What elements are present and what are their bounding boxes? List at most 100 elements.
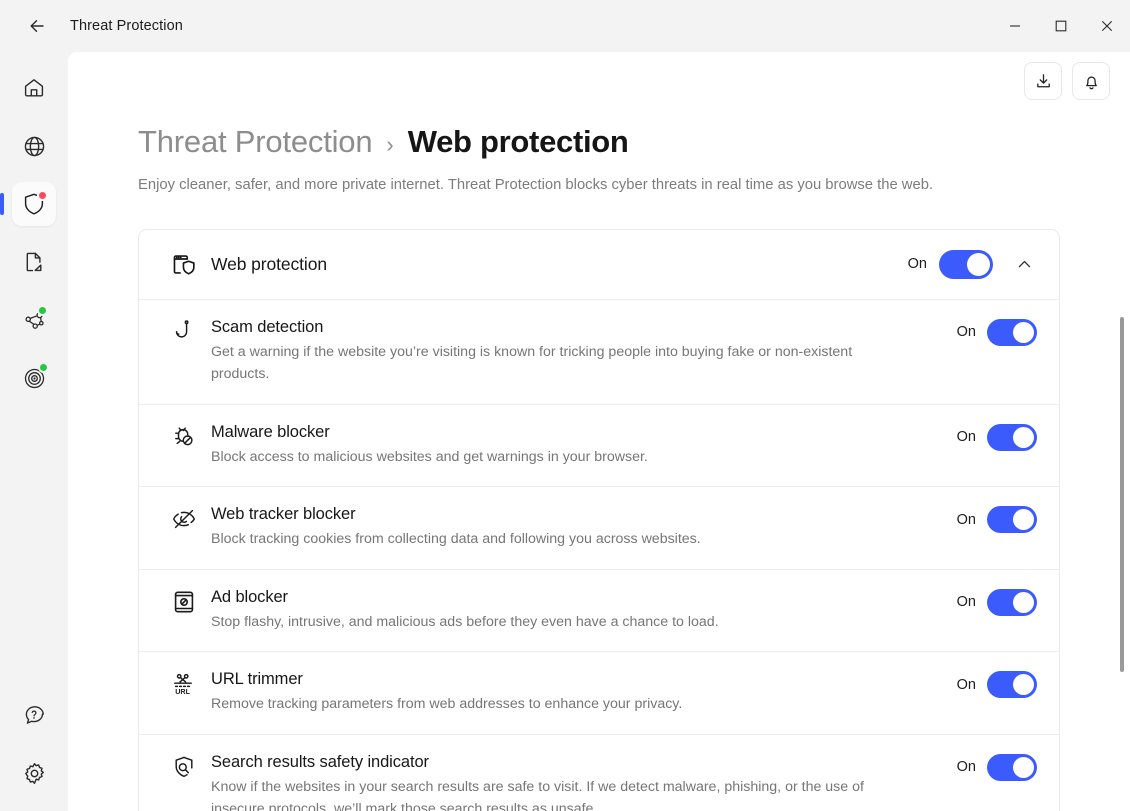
eye-slash-icon	[171, 506, 197, 532]
toggle-knob	[1013, 674, 1034, 696]
malware-blocker-toggle[interactable]	[987, 423, 1037, 451]
row-description: Block tracking cookies from collecting d…	[211, 531, 701, 548]
sidebar-item-dark-web-monitor[interactable]	[12, 356, 56, 400]
row-description: Get a warning if the website you’re visi…	[211, 343, 853, 383]
row-text-wrapper: URL trimmer Remove tracking parameters f…	[211, 670, 957, 715]
toggle-state-label: On	[956, 429, 976, 446]
row-icon-wrapper	[159, 318, 211, 344]
file-share-icon	[22, 250, 46, 274]
web-protection-toggle[interactable]	[939, 249, 993, 279]
sidebar-item-help[interactable]	[12, 693, 56, 737]
toggle-knob	[1013, 426, 1034, 448]
scam-detection-toggle[interactable]	[987, 318, 1037, 346]
toggle-knob	[1013, 321, 1034, 343]
close-button[interactable]	[1084, 0, 1130, 52]
row-description: Remove tracking parameters from web addr…	[211, 696, 683, 713]
toggle-knob	[967, 252, 990, 276]
breadcrumb: Threat Protection › Web protection	[138, 52, 1060, 160]
download-icon	[1034, 72, 1053, 91]
url-trimmer-toggle[interactable]	[987, 671, 1037, 699]
ad-blocker-toggle[interactable]	[987, 588, 1037, 616]
app-window: Threat Protection Threat Protection › We…	[0, 0, 1130, 811]
globe-icon	[22, 134, 47, 159]
toggle-state-label: On	[956, 511, 976, 528]
bug-slash-icon	[171, 424, 197, 450]
window-controls	[992, 0, 1130, 52]
toggle-state-label: On	[956, 676, 976, 693]
row-text-wrapper: Ad blocker Stop flashy, intrusive, and m…	[211, 588, 957, 633]
downloads-button[interactable]	[1024, 62, 1062, 100]
content-pane: Threat Protection › Web protection Enjoy…	[68, 52, 1130, 811]
row-description: Know if the websites in your search resu…	[211, 778, 864, 811]
row-text-wrapper: Web tracker blocker Block tracking cooki…	[211, 505, 957, 550]
scrollbar[interactable]	[1118, 52, 1126, 811]
meshnet-status-badge	[37, 305, 48, 316]
sidebar-item-file-share[interactable]	[12, 240, 56, 284]
minimize-button[interactable]	[992, 0, 1038, 52]
svg-text:URL: URL	[175, 687, 190, 696]
breadcrumb-parent[interactable]: Threat Protection	[138, 124, 373, 160]
sidebar-item-home[interactable]	[12, 66, 56, 110]
row-control: On	[957, 318, 1037, 346]
page-title: Web protection	[407, 124, 629, 159]
setting-row-malware-blocker: Malware blocker Block access to maliciou…	[139, 405, 1059, 488]
row-title: Malware blocker	[211, 422, 330, 441]
page-description: Enjoy cleaner, safer, and more private i…	[138, 177, 934, 193]
row-text-wrapper: Malware blocker Block access to maliciou…	[211, 423, 957, 468]
row-icon-wrapper	[159, 753, 211, 780]
row-control: On	[956, 505, 1037, 534]
toggle-knob	[1013, 509, 1034, 531]
shield-search-icon	[171, 754, 197, 780]
row-control: On	[957, 753, 1037, 781]
row-text-wrapper: Search results safety indicator Know if …	[211, 753, 957, 811]
row-text-wrapper: Scam detection Get a warning if the webs…	[211, 318, 957, 386]
web-protection-main-row: Web protection On	[139, 230, 1059, 300]
web-tracker-blocker-toggle[interactable]	[987, 506, 1037, 534]
toggle-state-label: On	[956, 759, 976, 776]
row-description: Block access to malicious websites and g…	[211, 448, 648, 465]
toggle-knob	[1013, 756, 1034, 778]
toggle-state-label: On	[956, 324, 976, 341]
scrollbar-thumb[interactable]	[1120, 317, 1124, 672]
maximize-icon	[1054, 19, 1068, 33]
row-control: On	[908, 249, 1037, 279]
chevron-up-icon	[1016, 256, 1033, 273]
row-icon-wrapper: URL	[159, 670, 211, 697]
sidebar-item-threat-protection[interactable]	[0, 182, 56, 226]
search-results-safety-indicator-toggle[interactable]	[987, 753, 1037, 781]
chevron-right-icon: ›	[386, 132, 394, 157]
row-control: On	[956, 670, 1037, 699]
toggle-state-label: On	[956, 594, 976, 611]
row-title: Web tracker blocker	[211, 505, 356, 524]
sidebar-item-settings[interactable]	[12, 751, 56, 795]
title-bar: Threat Protection	[0, 0, 1130, 52]
close-icon	[1100, 19, 1114, 33]
bell-icon	[1082, 72, 1101, 91]
home-icon	[22, 76, 46, 100]
setting-row-web-tracker-blocker: Web tracker blocker Block tracking cooki…	[139, 487, 1059, 570]
notifications-button[interactable]	[1072, 62, 1110, 100]
row-control: On	[957, 588, 1037, 616]
sidebar-item-meshnet[interactable]	[12, 298, 56, 342]
row-title: Web protection	[211, 253, 327, 274]
sidebar-item-vpn[interactable]	[12, 124, 56, 168]
setting-row-search-results-safety-indicator: Search results safety indicator Know if …	[139, 735, 1059, 811]
row-title: Scam detection	[211, 317, 324, 336]
row-title: Search results safety indicator	[211, 752, 429, 771]
row-description: Stop flashy, intrusive, and malicious ad…	[211, 613, 719, 630]
dark-web-status-badge	[38, 362, 49, 373]
help-icon	[22, 703, 46, 727]
minimize-icon	[1008, 19, 1022, 33]
window-title: Threat Protection	[70, 18, 183, 34]
row-text-wrapper: Web protection	[211, 254, 908, 275]
url-trimmer-icon: URL	[171, 671, 197, 697]
maximize-button[interactable]	[1038, 0, 1084, 52]
toggle-knob	[1013, 591, 1034, 613]
gear-icon	[22, 761, 47, 786]
collapse-section-button[interactable]	[1011, 251, 1037, 277]
back-button[interactable]	[20, 9, 54, 43]
row-icon-wrapper	[159, 505, 211, 532]
ad-monitor-icon	[171, 589, 197, 615]
setting-row-ad-blocker: Ad blocker Stop flashy, intrusive, and m…	[139, 570, 1059, 653]
row-title: URL trimmer	[211, 670, 303, 689]
